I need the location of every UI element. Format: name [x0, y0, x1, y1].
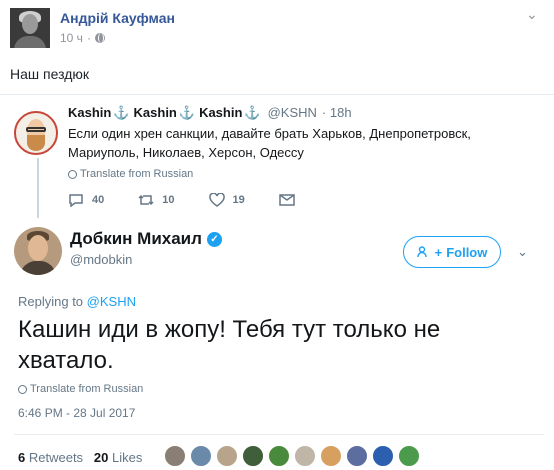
liker-avatar — [190, 445, 212, 467]
likes-count: 20 — [93, 450, 109, 465]
quoted-tweet-actions: 40 10 19 — [68, 193, 329, 207]
quoted-author-name: Kashin — [68, 105, 112, 120]
tweet-date: 6:46 PM - 28 Jul 2017 — [18, 406, 136, 420]
tweet-author-name: Добкин Михаил — [70, 229, 202, 248]
dm-action — [279, 193, 295, 207]
retweet-action: 10 — [138, 193, 175, 207]
replying-to: Replying to @KSHN — [18, 294, 136, 309]
chevron-down-icon: ⌄ — [517, 244, 528, 259]
anchor-icon: ⚓ — [244, 105, 261, 120]
anchor-icon: ⚓ — [178, 105, 196, 120]
post-meta: 10 ч · — [60, 31, 105, 45]
liker-avatar — [268, 445, 290, 467]
quoted-tweet-time: · 18h — [321, 105, 352, 120]
liker-avatar — [164, 445, 186, 467]
liker-avatar — [346, 445, 368, 467]
heart-icon — [208, 193, 225, 207]
reply-icon — [69, 194, 83, 207]
tweet-author-name-row: Добкин Михаил ✓ — [70, 229, 222, 249]
envelope-icon — [279, 194, 295, 206]
reply-count: 40 — [92, 194, 105, 206]
divider — [14, 434, 544, 435]
meta-separator: · — [86, 31, 91, 45]
quoted-author-name: Kashin — [133, 105, 177, 120]
retweets-label: Retweets — [28, 450, 84, 465]
quoted-translate-link: Translate from Russian — [68, 168, 193, 180]
replying-label: Replying to — [18, 294, 84, 309]
liker-avatar — [294, 445, 316, 467]
post-time[interactable]: 10 ч — [60, 31, 83, 45]
liker-avatar — [216, 445, 238, 467]
post-text: Наш пездюк — [10, 66, 89, 82]
translate-label: Translate from Russian — [80, 168, 194, 180]
like-action: 19 — [208, 193, 245, 207]
author-avatar[interactable] — [10, 8, 50, 48]
liker-avatar — [242, 445, 264, 467]
quoted-tweet-header: Kashin ⚓ Kashin ⚓ Kashin ⚓ @KSHN · 18h — [68, 105, 352, 121]
quoted-author-name: Kashin — [199, 105, 243, 120]
globe-icon — [68, 169, 77, 179]
follow-plus: + — [434, 244, 443, 260]
globe-icon — [18, 384, 27, 394]
retweet-count: 10 — [162, 194, 175, 206]
tweet-author-handle: @mdobkin — [70, 252, 133, 267]
liker-avatar — [372, 445, 394, 467]
globe-icon — [94, 33, 105, 43]
anchor-icon: ⚓ — [113, 105, 130, 120]
tweet-translate-link: Translate from Russian — [18, 383, 143, 395]
like-count: 19 — [232, 194, 245, 206]
follow-button: + Follow — [403, 236, 501, 268]
liker-avatar — [320, 445, 342, 467]
liker-avatar — [398, 445, 420, 467]
tweet-text: Кашин иди в жопу! Тебя тут только не хва… — [18, 316, 441, 374]
likes-label: Likes — [112, 450, 143, 465]
chevron-down-icon[interactable]: ⌄ — [526, 6, 538, 23]
retweets-count: 6 — [18, 450, 26, 465]
follow-label: Follow — [446, 244, 488, 260]
tweet-author-avatar — [14, 227, 62, 275]
replying-handle: @KSHN — [86, 294, 136, 309]
quoted-author-handle: @KSHN — [267, 105, 317, 120]
add-user-icon — [416, 246, 427, 258]
author-name[interactable]: Андрій Кауфман — [60, 10, 175, 26]
quoted-tweet-text: Если один хрен санкции, давайте брать Ха… — [68, 126, 471, 160]
thread-line — [37, 158, 39, 218]
retweet-icon — [138, 194, 154, 206]
reply-action: 40 — [68, 193, 104, 207]
quoted-author-avatar — [14, 111, 58, 155]
liker-avatars — [164, 445, 420, 467]
translate-label: Translate from Russian — [30, 383, 144, 395]
verified-icon: ✓ — [206, 231, 222, 247]
tweet-stats: 6 Retweets 20 Likes — [18, 450, 142, 465]
